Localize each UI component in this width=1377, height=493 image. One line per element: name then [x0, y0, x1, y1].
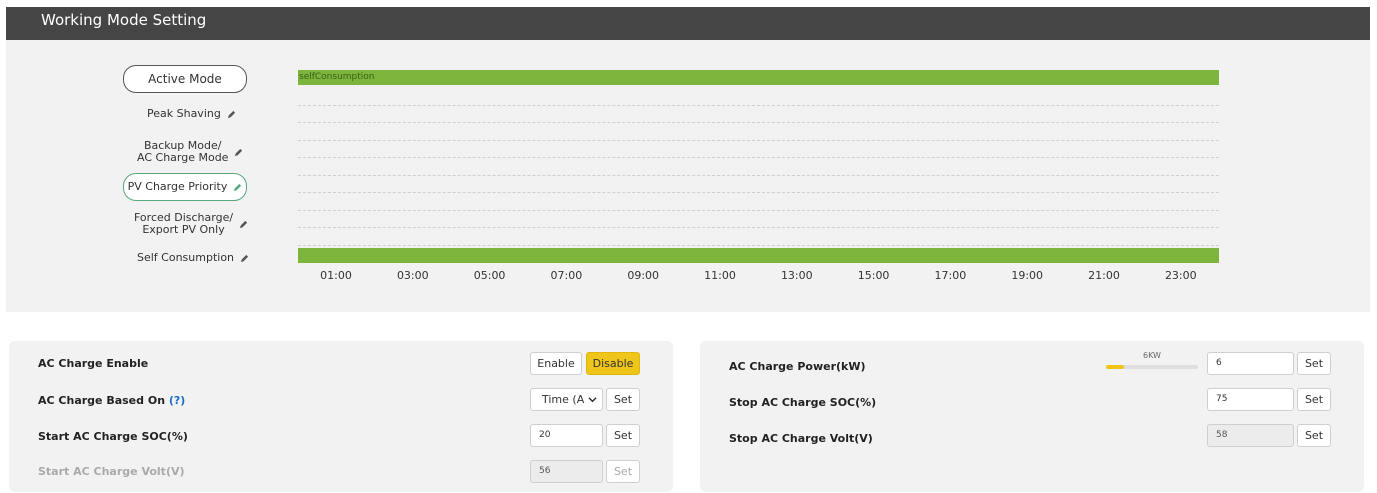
- ac-charge-based-on-label: AC Charge Based On (?): [38, 394, 185, 407]
- pencil-icon[interactable]: [239, 220, 248, 229]
- x-tick-label: 05:00: [473, 269, 506, 282]
- mode-self-consumption[interactable]: Self Consumption: [137, 252, 249, 264]
- x-tick-label: 09:00: [627, 269, 660, 282]
- start-volt-label: Start AC Charge Volt(V): [38, 465, 185, 478]
- mode-backup[interactable]: Backup Mode/ AC Charge Mode: [137, 140, 243, 164]
- mode-peak-shaving[interactable]: Peak Shaving: [147, 108, 236, 120]
- x-tick-label: 19:00: [1011, 269, 1044, 282]
- power-slider-max: 6KW: [1143, 351, 1161, 360]
- gridline: [298, 210, 1219, 211]
- chart-bar-label: selfConsumption: [299, 72, 375, 82]
- gridline: [298, 105, 1219, 106]
- x-tick-label: 17:00: [934, 269, 967, 282]
- active-mode-button[interactable]: Active Mode: [123, 65, 247, 93]
- gridline: [298, 227, 1219, 228]
- stop-volt-set-button[interactable]: Set: [1297, 424, 1331, 447]
- pencil-icon[interactable]: [234, 148, 243, 157]
- start-soc-set-button[interactable]: Set: [606, 424, 640, 447]
- ac-charge-based-on-select[interactable]: Time (A: [530, 388, 603, 411]
- start-volt-set-button[interactable]: Set: [606, 460, 640, 483]
- help-icon[interactable]: (?): [169, 394, 185, 407]
- ac-charge-power-label: AC Charge Power(kW): [729, 360, 866, 373]
- select-value: Time (A: [542, 393, 585, 406]
- stop-volt-input[interactable]: 58: [1207, 424, 1294, 447]
- x-tick-label: 21:00: [1088, 269, 1120, 282]
- peak-shaving-label: Peak Shaving: [147, 107, 221, 120]
- stop-soc-set-button[interactable]: Set: [1297, 388, 1331, 411]
- gridline: [298, 122, 1219, 123]
- page-header: Working Mode Setting: [6, 7, 1370, 40]
- x-tick-label: 15:00: [857, 269, 890, 282]
- x-tick-label: 11:00: [704, 269, 736, 282]
- mode-forced-discharge[interactable]: Forced Discharge/ Export PV Only: [134, 212, 248, 236]
- stop-volt-label: Stop AC Charge Volt(V): [729, 432, 873, 445]
- x-tick-label: 23:00: [1164, 269, 1197, 282]
- start-soc-input[interactable]: 20: [530, 424, 603, 447]
- based-on-set-button[interactable]: Set: [606, 388, 640, 411]
- start-volt-input[interactable]: 56: [530, 460, 603, 483]
- gridline: [298, 157, 1219, 158]
- chart-bar-top: selfConsumption: [298, 70, 1219, 85]
- gridline: [298, 140, 1219, 141]
- mode-panel: Active Mode Peak Shaving Backup Mode/ AC…: [6, 40, 1370, 312]
- disable-button[interactable]: Disable: [586, 352, 640, 375]
- x-tick-label: 13:00: [780, 269, 813, 282]
- x-tick-label: 03:00: [396, 269, 429, 282]
- enable-button[interactable]: Enable: [530, 352, 582, 375]
- self-consumption-label: Self Consumption: [137, 251, 235, 264]
- gridline: [298, 192, 1219, 193]
- power-set-button[interactable]: Set: [1297, 352, 1331, 375]
- ac-charge-enable-label: AC Charge Enable: [38, 357, 149, 370]
- stop-soc-label: Stop AC Charge SOC(%): [729, 396, 877, 409]
- power-slider[interactable]: [1106, 365, 1198, 369]
- chart-bar-bottom: [298, 248, 1219, 263]
- ac-charge-based-on-text: AC Charge Based On: [38, 394, 166, 407]
- backup-mode-label: Backup Mode/ AC Charge Mode: [137, 140, 228, 164]
- x-tick-label: 07:00: [550, 269, 583, 282]
- stop-soc-input[interactable]: 75: [1207, 388, 1294, 411]
- forced-discharge-line2: Export PV Only: [142, 223, 225, 236]
- x-tick-label: 01:00: [320, 269, 352, 282]
- pv-charge-priority-label: PV Charge Priority: [127, 180, 228, 193]
- pencil-icon[interactable]: [227, 110, 236, 119]
- pv-charge-priority-button[interactable]: PV Charge Priority: [123, 173, 247, 201]
- gridline: [298, 245, 1219, 246]
- pencil-icon[interactable]: [240, 254, 249, 263]
- chevron-down-icon: [588, 397, 597, 403]
- schedule-chart: selfConsumption: [298, 70, 1219, 263]
- power-slider-fill: [1106, 365, 1125, 369]
- forced-discharge-label: Forced Discharge/ Export PV Only: [134, 212, 233, 236]
- page-title: Working Mode Setting: [41, 11, 207, 29]
- gridline: [298, 175, 1219, 176]
- backup-mode-line2: AC Charge Mode: [137, 151, 229, 164]
- pencil-icon[interactable]: [233, 183, 242, 192]
- power-input[interactable]: 6: [1207, 352, 1294, 375]
- start-soc-label: Start AC Charge SOC(%): [38, 430, 188, 443]
